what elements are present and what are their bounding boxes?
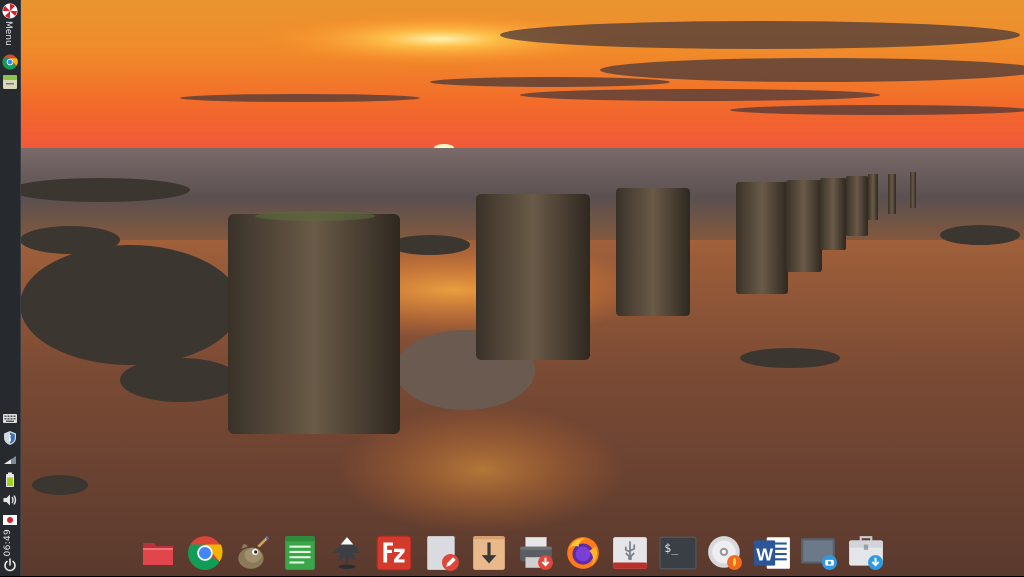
- panel-chrome-launcher[interactable]: [2, 54, 18, 70]
- dock-item-terminal[interactable]: $_: [658, 532, 698, 574]
- menu-button[interactable]: Menu: [0, 0, 20, 52]
- tray-volume[interactable]: [2, 492, 18, 508]
- dock-item-word[interactable]: W: [752, 532, 792, 574]
- panel-clock[interactable]: 06:49: [3, 529, 13, 556]
- tray-battery[interactable]: [2, 472, 18, 488]
- power-icon: [4, 558, 16, 572]
- volume-icon: [3, 494, 17, 506]
- word-letter: W: [756, 544, 773, 564]
- screenshot-icon: [801, 538, 837, 570]
- dock-item-files[interactable]: [138, 532, 178, 574]
- chrome-icon: [2, 54, 18, 70]
- tray-network[interactable]: [2, 452, 18, 468]
- desktop-wallpaper: [0, 0, 1024, 576]
- dock-item-printer[interactable]: [516, 532, 556, 574]
- shield-update-icon: [4, 431, 16, 445]
- dock-item-text-editor[interactable]: [280, 532, 320, 574]
- text-editor-icon: [285, 536, 315, 570]
- printer-icon: [520, 537, 553, 570]
- dock-item-usb-creator[interactable]: [610, 532, 650, 574]
- package-installer-icon: [849, 536, 883, 570]
- terminal-prompt: $_: [664, 541, 678, 555]
- menu-label: Menu: [3, 21, 13, 46]
- filezilla-icon: [376, 535, 412, 571]
- terminal-icon: $_: [659, 536, 697, 570]
- dock-item-download-manager[interactable]: [469, 532, 509, 574]
- dock-item-document-editor[interactable]: [422, 532, 462, 574]
- keyboard-icon: [3, 414, 17, 423]
- gimp-icon: [238, 536, 269, 569]
- dock-item-firefox[interactable]: [563, 532, 603, 574]
- document-edit-icon: [427, 536, 459, 571]
- tray-input-method[interactable]: [2, 512, 18, 528]
- inkscape-icon: [333, 537, 361, 569]
- tray-keyboard[interactable]: [2, 410, 18, 426]
- usb-creator-icon: [613, 537, 647, 569]
- dock-item-package-installer[interactable]: [846, 532, 886, 574]
- dock-item-gimp[interactable]: [232, 532, 272, 574]
- dock-item-chrome[interactable]: [185, 532, 225, 574]
- dock: $_ W: [138, 530, 890, 576]
- dock-item-filezilla[interactable]: [374, 532, 414, 574]
- dock-item-disc-burner[interactable]: [705, 532, 745, 574]
- firefox-icon: [567, 537, 599, 569]
- download-icon: [473, 536, 505, 570]
- tray-update-shield[interactable]: [2, 430, 18, 446]
- panel-files-launcher[interactable]: [2, 74, 18, 90]
- network-icon: [4, 456, 16, 464]
- battery-icon: [6, 472, 14, 487]
- menu-logo-icon: [2, 3, 18, 19]
- word-icon: W: [754, 537, 790, 569]
- dock-item-inkscape[interactable]: [327, 532, 367, 574]
- folder-icon: [143, 543, 173, 565]
- dock-item-screenshot[interactable]: [799, 532, 839, 574]
- chrome-icon: [188, 536, 223, 570]
- power-button[interactable]: [2, 557, 18, 573]
- japanese-flag-icon: [3, 515, 17, 525]
- disc-burner-icon: [708, 536, 742, 570]
- file-manager-icon: [3, 75, 17, 89]
- side-panel: Menu 06:49: [0, 0, 21, 576]
